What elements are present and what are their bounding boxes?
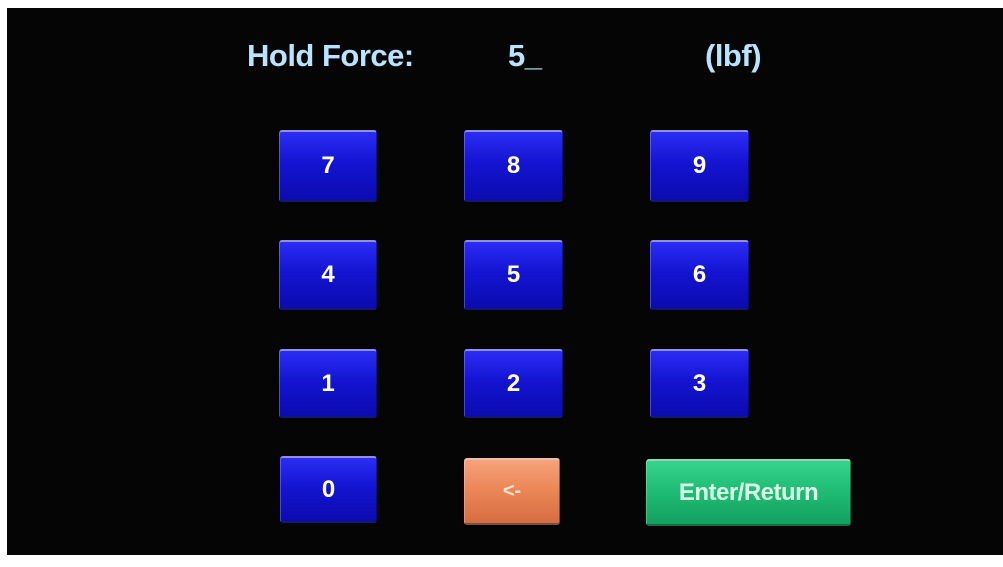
key-8[interactable]: 8	[464, 130, 563, 202]
unit-label: (lbf)	[705, 38, 762, 73]
key-6[interactable]: 6	[650, 240, 749, 310]
key-0[interactable]: 0	[280, 456, 377, 523]
key-5[interactable]: 5	[464, 240, 563, 310]
backspace-button[interactable]: <-	[464, 458, 560, 525]
key-3[interactable]: 3	[650, 349, 749, 418]
key-4[interactable]: 4	[279, 240, 377, 310]
entry-value: 5_	[508, 38, 542, 73]
field-label: Hold Force:	[247, 38, 414, 73]
key-7[interactable]: 7	[279, 130, 377, 202]
key-1[interactable]: 1	[279, 349, 377, 418]
key-9[interactable]: 9	[650, 130, 749, 202]
keypad-screen: Hold Force: 5_ (lbf) 7 8 9 4 5 6 1 2 3 0…	[7, 8, 1003, 555]
key-2[interactable]: 2	[464, 349, 563, 418]
enter-return-button[interactable]: Enter/Return	[646, 459, 851, 526]
